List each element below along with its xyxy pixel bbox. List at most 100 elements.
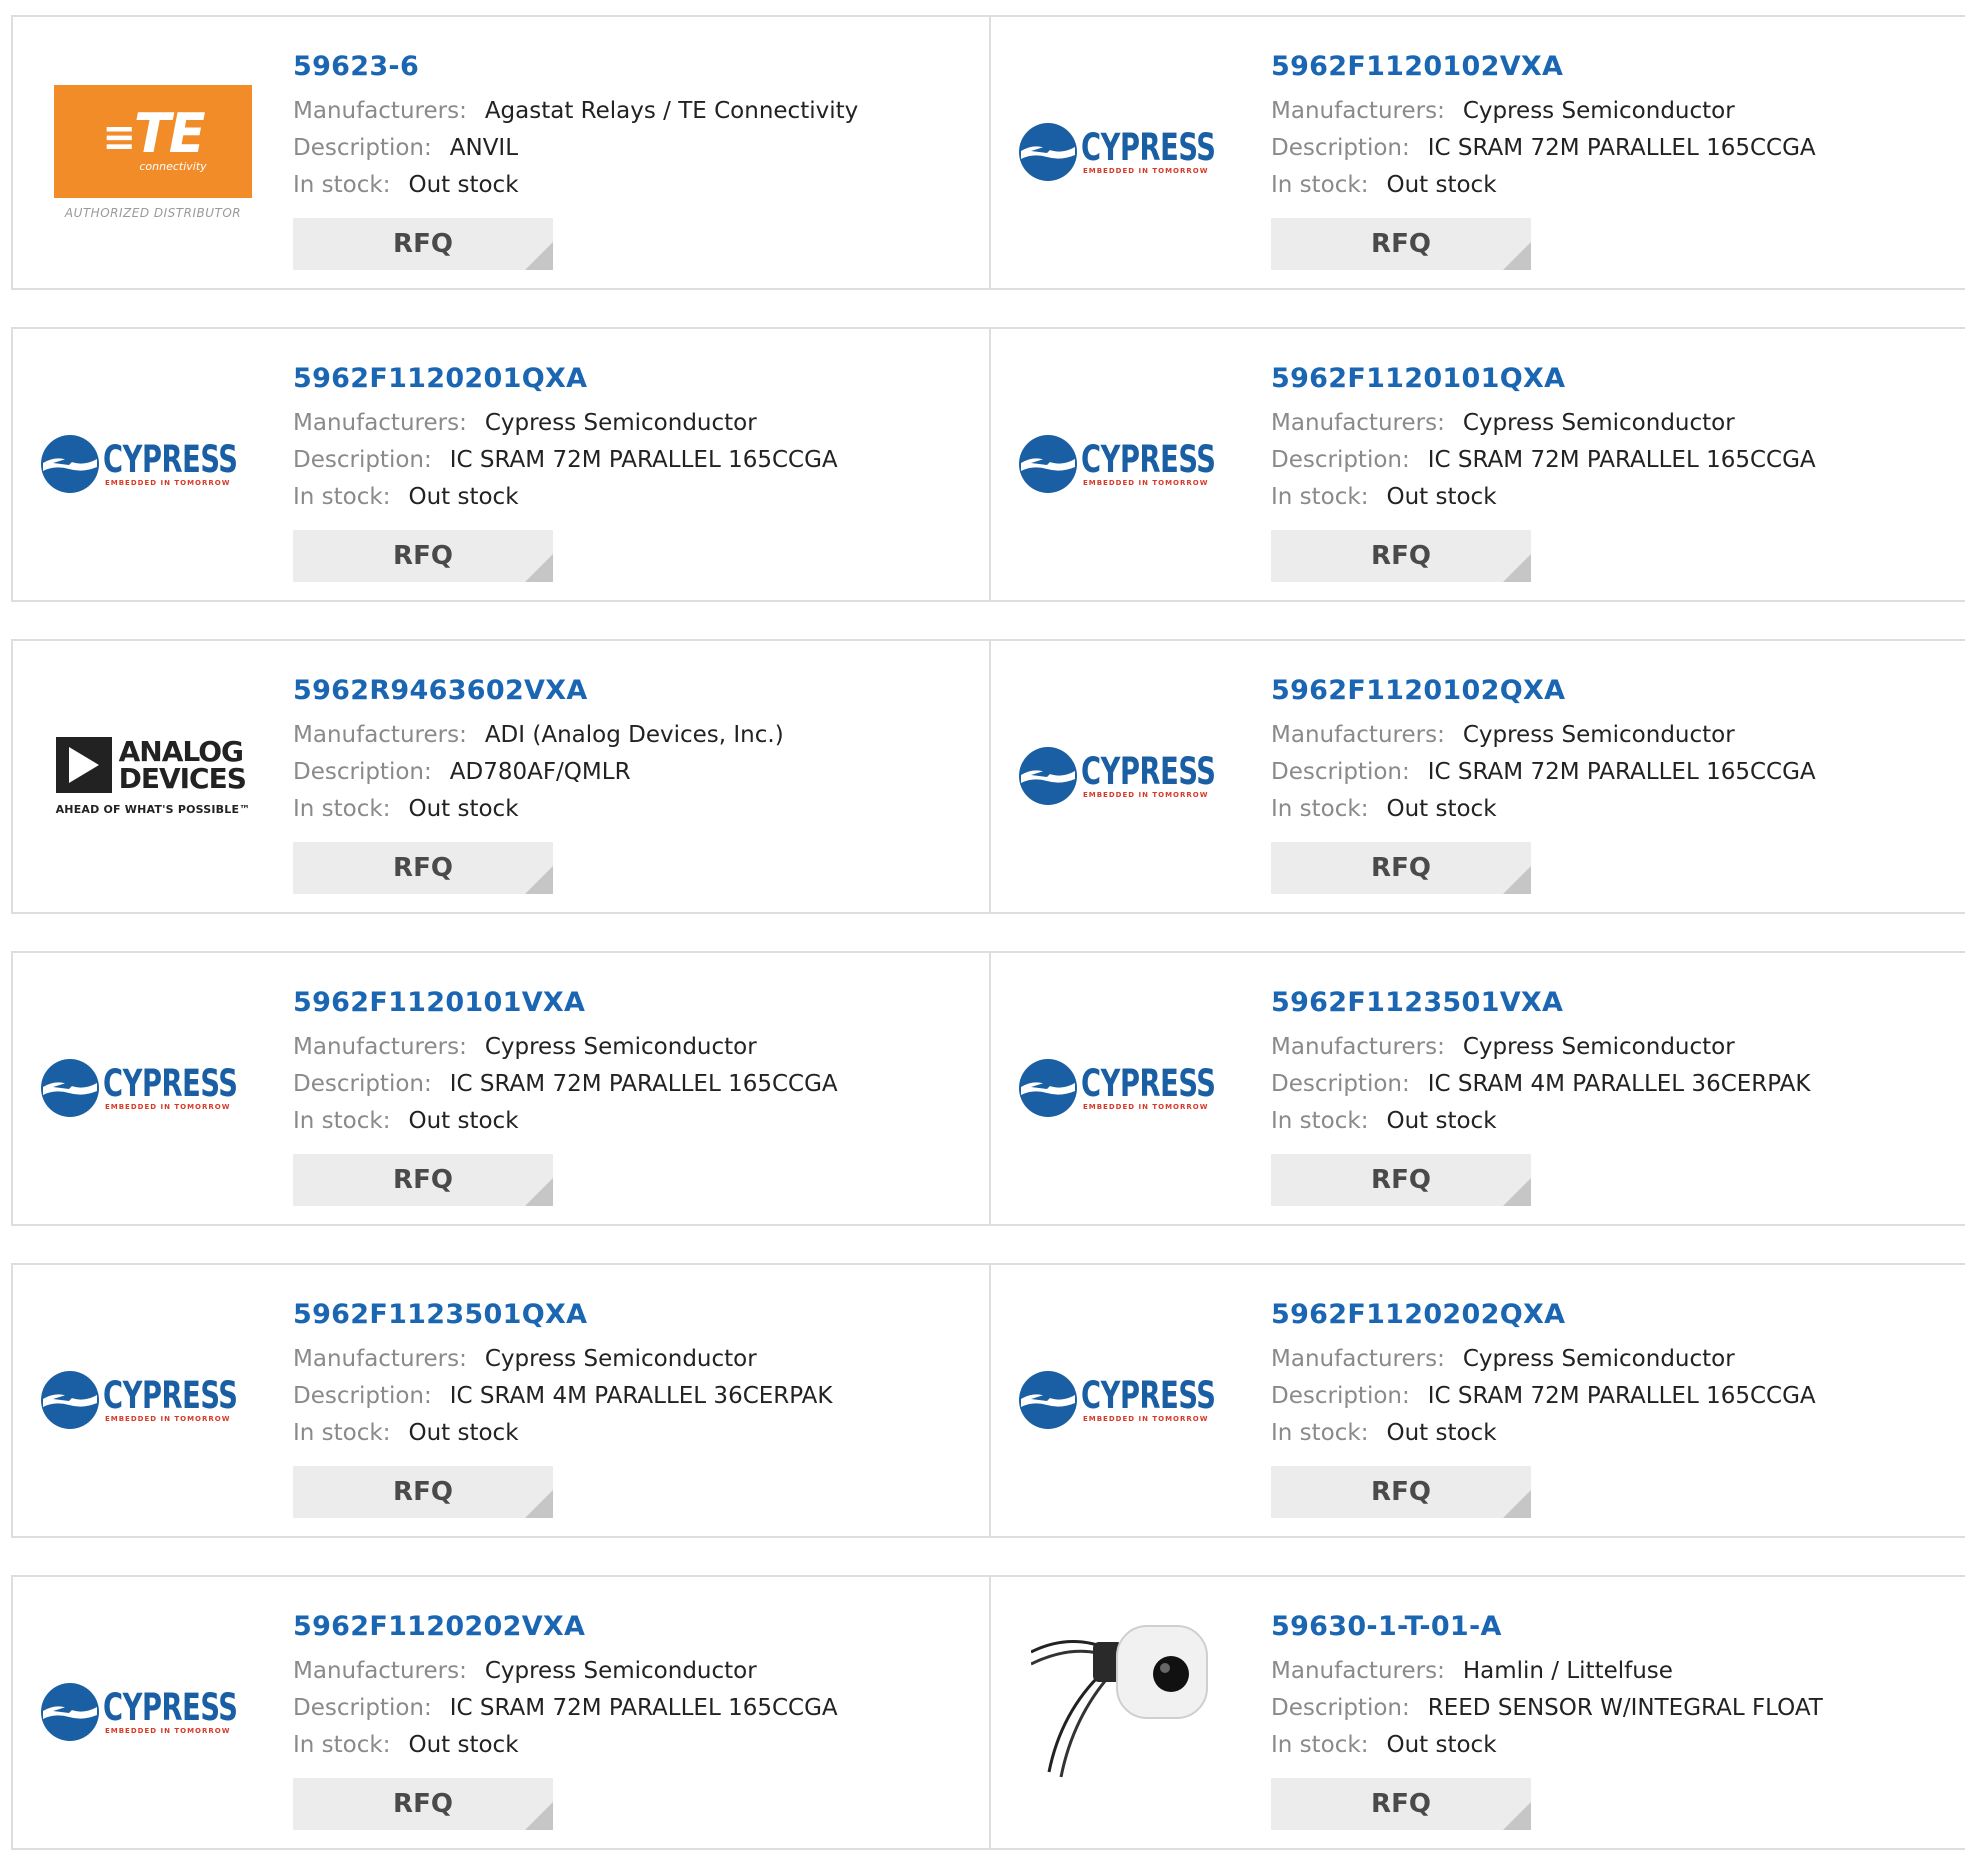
part-number-link[interactable]: 5962F1120101VXA: [293, 983, 969, 1023]
manufacturers-label: Manufacturers:: [1271, 1658, 1445, 1684]
rfq-button[interactable]: RFQ: [1271, 218, 1531, 270]
manufacturer-value: Cypress Semiconductor: [1462, 722, 1735, 748]
part-number-link[interactable]: 5962R9463602VXA: [293, 671, 969, 711]
description-value: IC SRAM 72M PARALLEL 165CCGA: [1427, 135, 1816, 161]
stock-value: Out stock: [408, 1732, 519, 1758]
description-label: Description:: [1271, 135, 1410, 161]
stock-value: Out stock: [1386, 1732, 1497, 1758]
cypress-logo: CYPRESS EMBEDDED IN TOMORROW: [40, 394, 253, 534]
in-stock-label: In stock:: [293, 1732, 391, 1758]
part-number-link[interactable]: 5962F1120202VXA: [293, 1607, 969, 1647]
stock-value: Out stock: [1386, 1420, 1497, 1446]
in-stock-label: In stock:: [1271, 172, 1369, 198]
cypress-logo: CYPRESS EMBEDDED IN TOMORROW: [1018, 706, 1231, 846]
stock-value: Out stock: [1386, 484, 1497, 510]
part-number-link[interactable]: 5962F1120101QXA: [1271, 359, 1957, 399]
in-stock-label: In stock:: [1271, 796, 1369, 822]
manufacturer-value: Cypress Semiconductor: [1462, 98, 1735, 124]
description-value: IC SRAM 72M PARALLEL 165CCGA: [1427, 447, 1816, 473]
description-label: Description:: [1271, 1695, 1410, 1721]
in-stock-label: In stock:: [1271, 484, 1369, 510]
part-number-link[interactable]: 5962F1120102QXA: [1271, 671, 1957, 711]
manufacturers-label: Manufacturers:: [293, 98, 467, 124]
manufacturer-value: Cypress Semiconductor: [1462, 1346, 1735, 1372]
description-value: IC SRAM 72M PARALLEL 165CCGA: [1427, 1383, 1816, 1409]
description-value: IC SRAM 72M PARALLEL 165CCGA: [449, 1071, 838, 1097]
part-number-link[interactable]: 5962F1123501QXA: [293, 1295, 969, 1335]
manufacturer-value: ADI (Analog Devices, Inc.): [484, 722, 784, 748]
description-label: Description:: [293, 447, 432, 473]
cypress-logo: CYPRESS EMBEDDED IN TOMORROW: [40, 1330, 253, 1470]
rfq-button[interactable]: RFQ: [1271, 1778, 1531, 1830]
part-number-link[interactable]: 5962F1120102VXA: [1271, 47, 1957, 87]
description-value: IC SRAM 72M PARALLEL 165CCGA: [449, 1695, 838, 1721]
te-connectivity-logo: ≡TE connectivity AUTHORIZED DISTRIBUTOR: [53, 82, 253, 222]
manufacturers-label: Manufacturers:: [1271, 1346, 1445, 1372]
description-label: Description:: [1271, 447, 1410, 473]
cypress-logo: CYPRESS EMBEDDED IN TOMORROW: [40, 1018, 253, 1158]
product-card: CYPRESS EMBEDDED IN TOMORROW 5962F1120101…: [989, 327, 1965, 602]
description-label: Description:: [293, 135, 432, 161]
description-label: Description:: [293, 1695, 432, 1721]
in-stock-label: In stock:: [1271, 1108, 1369, 1134]
product-card: CYPRESS EMBEDDED IN TOMORROW 5962F1120202…: [11, 1575, 991, 1850]
product-card: 59630-1-T-01-A Manufacturers: Hamlin / Li…: [989, 1575, 1965, 1850]
rfq-button[interactable]: RFQ: [293, 1466, 553, 1518]
description-value: IC SRAM 4M PARALLEL 36CERPAK: [449, 1383, 833, 1409]
analog-devices-logo: ANALOG DEVICES AHEAD OF WHAT'S POSSIBLE™: [55, 734, 251, 816]
part-number-link[interactable]: 59630-1-T-01-A: [1271, 1607, 1957, 1647]
manufacturers-label: Manufacturers:: [1271, 1034, 1445, 1060]
description-value: ANVIL: [449, 135, 519, 161]
cypress-logo: CYPRESS EMBEDDED IN TOMORROW: [1018, 394, 1231, 534]
rfq-button[interactable]: RFQ: [293, 218, 553, 270]
in-stock-label: In stock:: [1271, 1420, 1369, 1446]
rfq-button[interactable]: RFQ: [293, 1778, 553, 1830]
part-number-link[interactable]: 5962F1123501VXA: [1271, 983, 1957, 1023]
product-card: CYPRESS EMBEDDED IN TOMORROW 5962F1123501…: [989, 951, 1965, 1226]
description-value: AD780AF/QMLR: [449, 759, 631, 785]
description-label: Description:: [293, 1383, 432, 1409]
stock-value: Out stock: [408, 172, 519, 198]
rfq-button[interactable]: RFQ: [293, 1154, 553, 1206]
manufacturers-label: Manufacturers:: [1271, 98, 1445, 124]
manufacturer-value: Agastat Relays / TE Connectivity: [484, 98, 859, 124]
in-stock-label: In stock:: [293, 1420, 391, 1446]
part-number-link[interactable]: 5962F1120202QXA: [1271, 1295, 1957, 1335]
manufacturers-label: Manufacturers:: [293, 1346, 467, 1372]
stock-value: Out stock: [1386, 796, 1497, 822]
description-label: Description:: [1271, 1383, 1410, 1409]
product-card: CYPRESS EMBEDDED IN TOMORROW 5962F1120202…: [989, 1263, 1965, 1538]
manufacturers-label: Manufacturers:: [293, 410, 467, 436]
stock-value: Out stock: [408, 1420, 519, 1446]
part-number-link[interactable]: 59623-6: [293, 47, 969, 87]
stock-value: Out stock: [1386, 172, 1497, 198]
description-value: REED SENSOR W/INTEGRAL FLOAT: [1427, 1695, 1823, 1721]
manufacturer-value: Cypress Semiconductor: [1462, 410, 1735, 436]
stock-value: Out stock: [408, 484, 519, 510]
product-card: CYPRESS EMBEDDED IN TOMORROW 5962F1120102…: [989, 15, 1965, 290]
manufacturers-label: Manufacturers:: [1271, 410, 1445, 436]
reed-sensor-photo: [1031, 1625, 1231, 1778]
manufacturers-label: Manufacturers:: [293, 1658, 467, 1684]
manufacturer-value: Cypress Semiconductor: [484, 1658, 757, 1684]
manufacturers-label: Manufacturers:: [293, 1034, 467, 1060]
rfq-button[interactable]: RFQ: [1271, 1466, 1531, 1518]
stock-value: Out stock: [1386, 1108, 1497, 1134]
rfq-button[interactable]: RFQ: [1271, 842, 1531, 894]
rfq-button[interactable]: RFQ: [1271, 1154, 1531, 1206]
product-card: ≡TE connectivity AUTHORIZED DISTRIBUTOR …: [11, 15, 991, 290]
description-label: Description:: [293, 1071, 432, 1097]
in-stock-label: In stock:: [1271, 1732, 1369, 1758]
manufacturer-value: Cypress Semiconductor: [484, 1346, 757, 1372]
in-stock-label: In stock:: [293, 796, 391, 822]
description-label: Description:: [1271, 759, 1410, 785]
in-stock-label: In stock:: [293, 172, 391, 198]
rfq-button[interactable]: RFQ: [1271, 530, 1531, 582]
part-number-link[interactable]: 5962F1120201QXA: [293, 359, 969, 399]
rfq-button[interactable]: RFQ: [293, 530, 553, 582]
manufacturers-label: Manufacturers:: [293, 722, 467, 748]
cypress-logo: CYPRESS EMBEDDED IN TOMORROW: [1018, 1330, 1231, 1470]
product-card: CYPRESS EMBEDDED IN TOMORROW 5962F1120201…: [11, 327, 991, 602]
rfq-button[interactable]: RFQ: [293, 842, 553, 894]
cypress-logo: CYPRESS EMBEDDED IN TOMORROW: [1018, 82, 1231, 222]
